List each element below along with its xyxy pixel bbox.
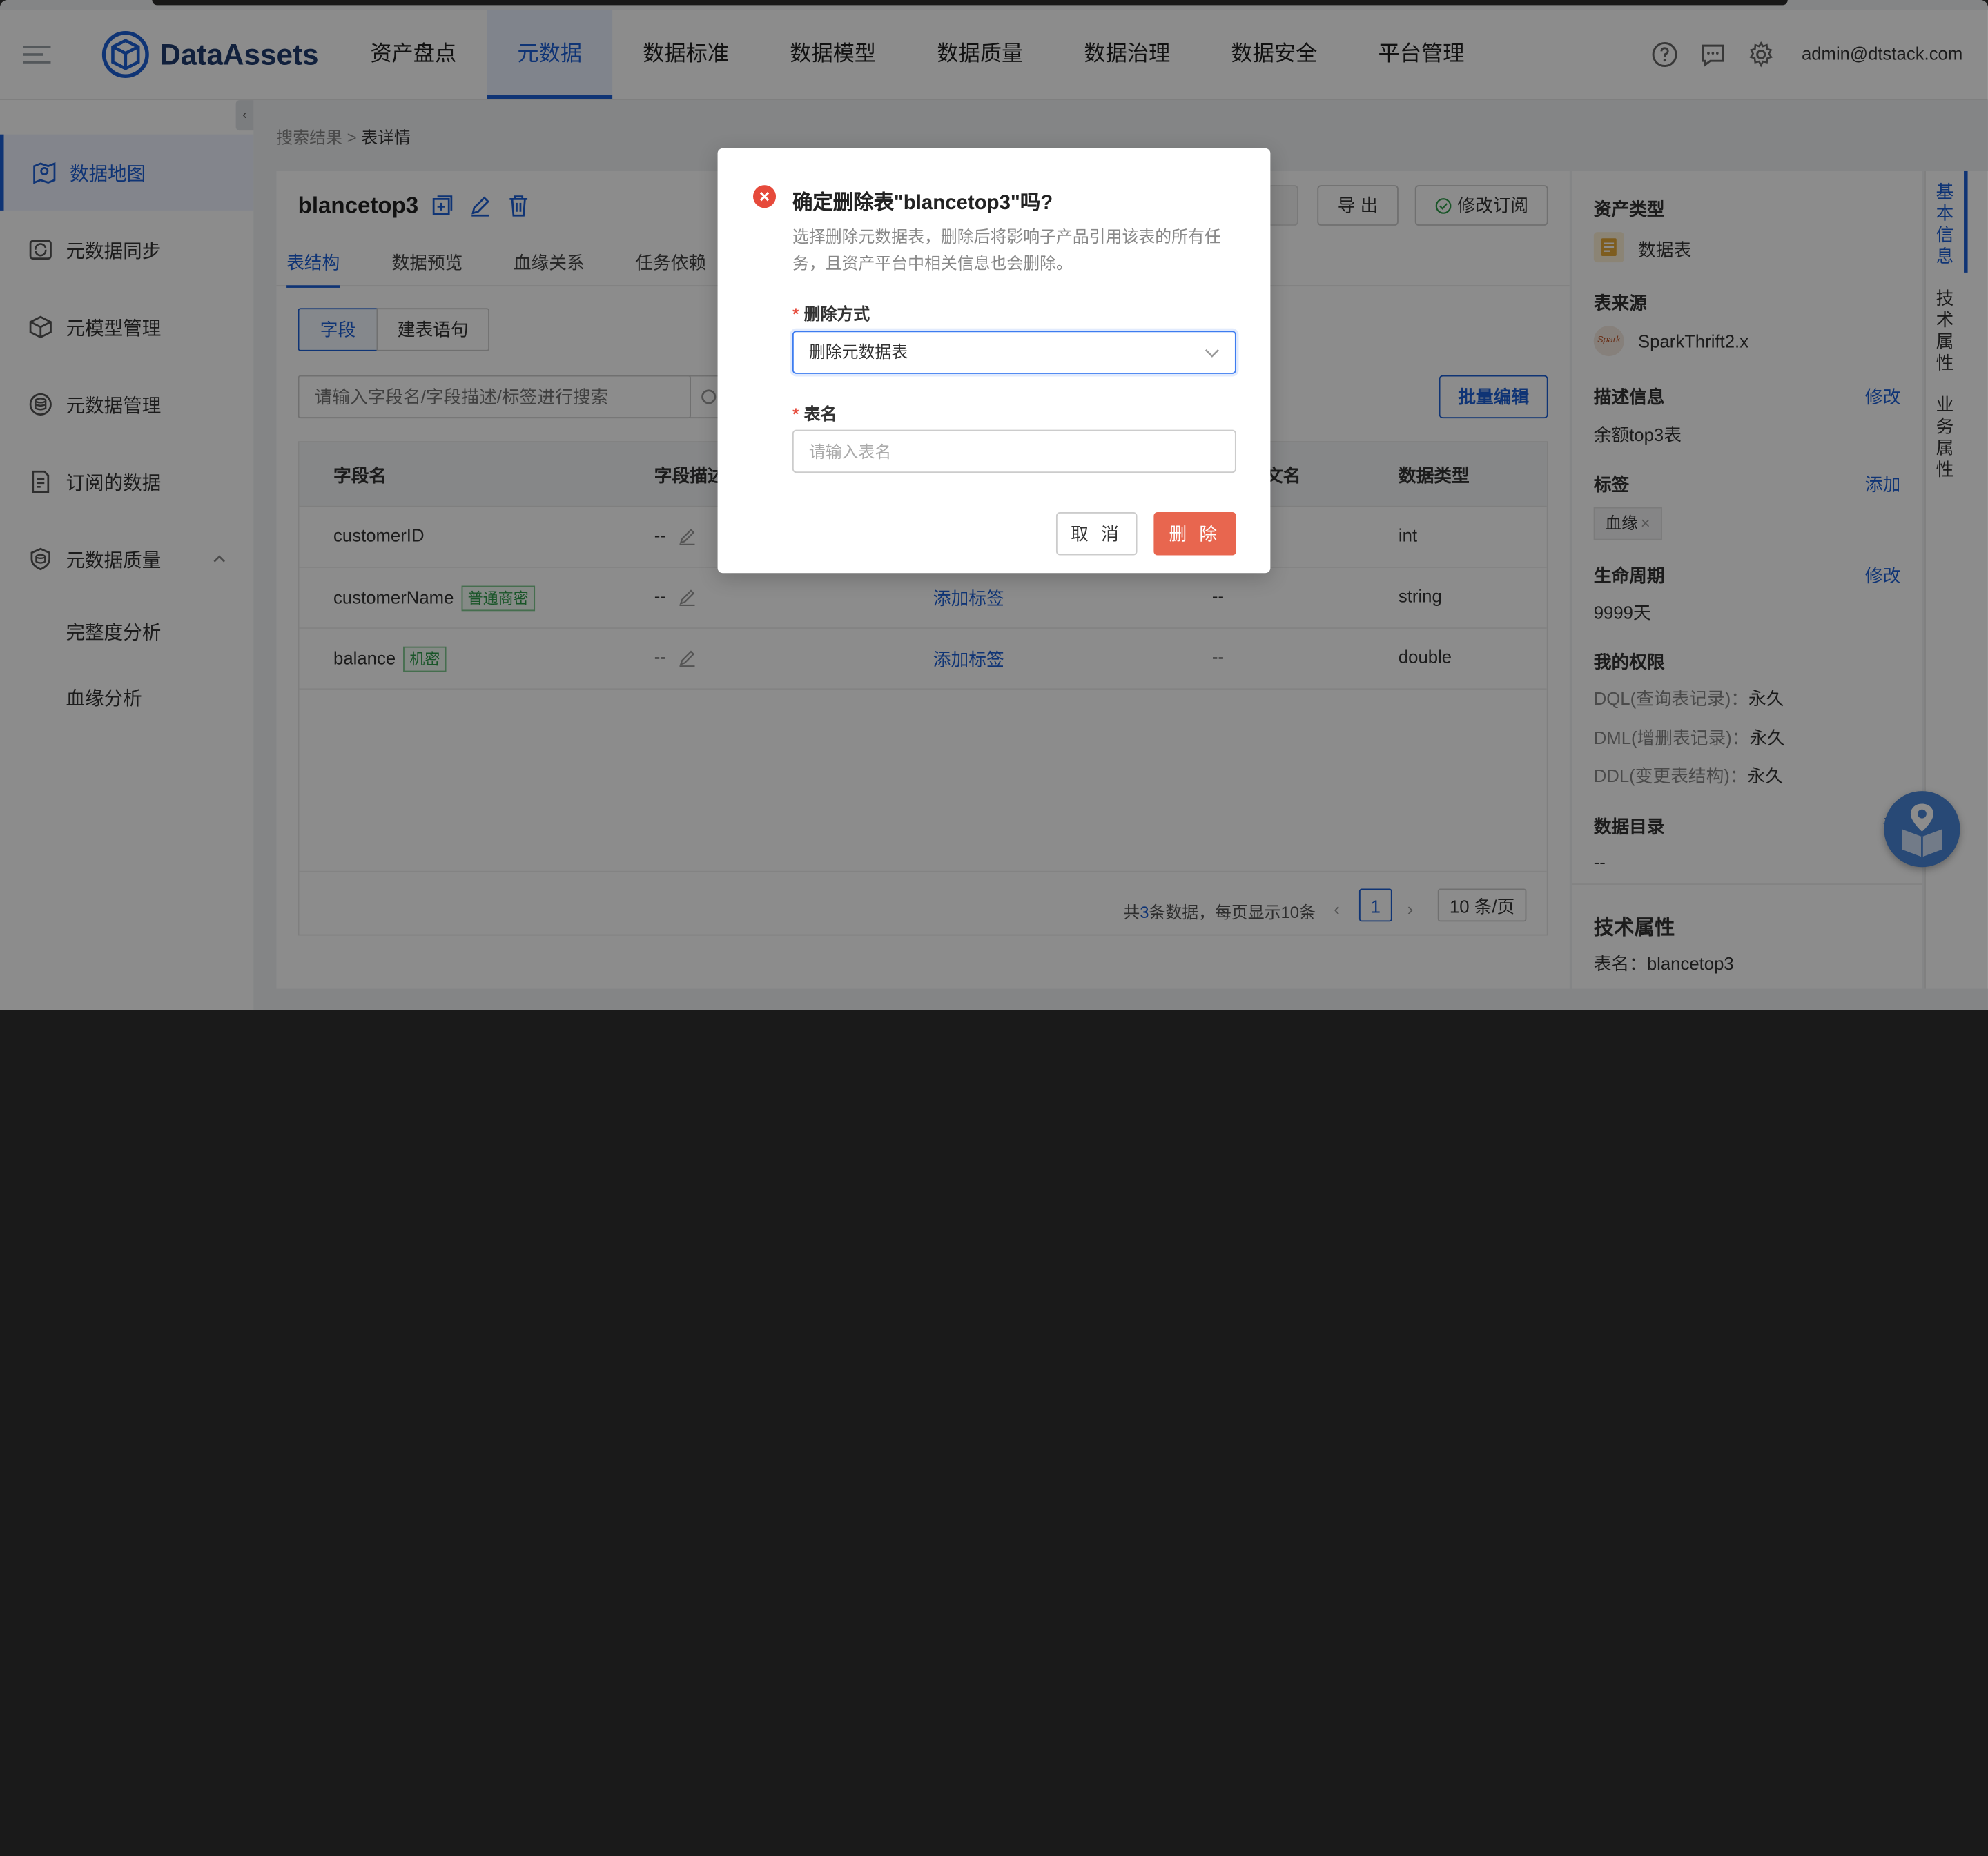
delete-method-label: * 删除方式 (792, 304, 870, 324)
table-name-input[interactable] (792, 429, 1236, 473)
dialog-title: 确定删除表"blancetop3"吗? (792, 193, 1053, 215)
delete-method-value: 删除元数据表 (808, 342, 908, 362)
cancel-button[interactable]: 取 消 (1055, 512, 1138, 556)
error-circle-icon (752, 185, 777, 208)
chevron-down-icon (1205, 349, 1219, 358)
delete-button[interactable]: 删 除 (1153, 512, 1236, 556)
dialog-description: 选择删除元数据表，删除后将影响子产品引用该表的所有任务，且资产平台中相关信息也会… (792, 226, 1221, 273)
table-name-label: * 表名 (792, 404, 837, 424)
delete-confirm-dialog: 确定删除表"blancetop3"吗? 选择删除元数据表，删除后将影响子产品引用… (717, 148, 1271, 574)
delete-method-select[interactable]: 删除元数据表 (792, 331, 1236, 374)
app-window: DataAssets 资产盘点 元数据 数据标准 数据模型 数据质量 数据治理 … (0, 0, 1988, 1010)
